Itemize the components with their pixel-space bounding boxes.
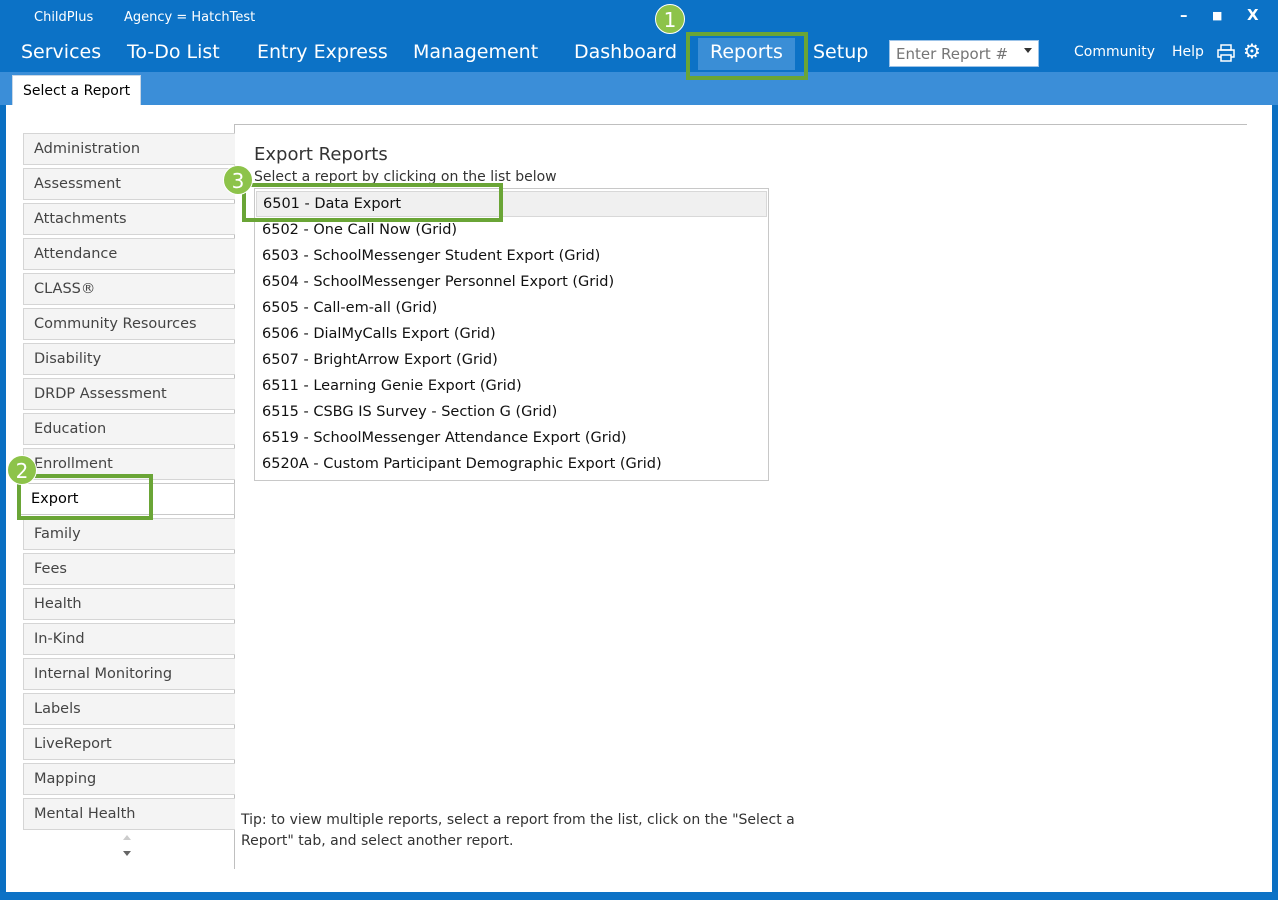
tip-text: Tip: to view multiple reports, select a … — [241, 812, 795, 849]
callout-badge-2: 2 — [7, 455, 37, 485]
help-link[interactable]: Help — [1172, 44, 1204, 60]
category-attendance[interactable]: Attendance — [23, 238, 235, 270]
category-livereport[interactable]: LiveReport — [23, 728, 235, 760]
category-fees[interactable]: Fees — [23, 553, 235, 585]
report-item-6515[interactable]: 6515 - CSBG IS Survey - Section G (Grid) — [262, 404, 557, 420]
menu-management[interactable]: Management — [413, 41, 538, 63]
category-attachments[interactable]: Attachments — [23, 203, 235, 235]
minimize-button[interactable]: – — [1180, 6, 1188, 24]
category-administration[interactable]: Administration — [23, 133, 235, 165]
community-link[interactable]: Community — [1074, 44, 1155, 60]
category-mental-health[interactable]: Mental Health — [23, 798, 235, 830]
category-assessment[interactable]: Assessment — [23, 168, 235, 200]
report-item-6520a[interactable]: 6520A - Custom Participant Demographic E… — [262, 456, 662, 472]
app-name: ChildPlus — [34, 10, 94, 25]
menu-services[interactable]: Services — [21, 41, 101, 63]
menu-dashboard[interactable]: Dashboard — [574, 41, 677, 63]
category-class[interactable]: CLASS® — [23, 273, 235, 305]
category-mapping[interactable]: Mapping — [23, 763, 235, 795]
gear-icon[interactable]: ⚙ — [1243, 41, 1261, 61]
tab-strip: Select a Report — [0, 72, 1278, 105]
menu-entry-express[interactable]: Entry Express — [257, 41, 388, 63]
report-number-dropdown[interactable] — [889, 40, 1039, 67]
report-list: 6501 - Data Export 6502 - One Call Now (… — [254, 188, 769, 481]
scroll-up-icon[interactable] — [123, 835, 131, 840]
report-item-6519[interactable]: 6519 - SchoolMessenger Attendance Export… — [262, 430, 627, 446]
report-item-6507[interactable]: 6507 - BrightArrow Export (Grid) — [262, 352, 498, 368]
report-item-6504[interactable]: 6504 - SchoolMessenger Personnel Export … — [262, 274, 614, 290]
category-community-resources[interactable]: Community Resources — [23, 308, 235, 340]
report-item-6503[interactable]: 6503 - SchoolMessenger Student Export (G… — [262, 248, 600, 264]
section-title: Export Reports — [254, 144, 388, 165]
category-internal-monitoring[interactable]: Internal Monitoring — [23, 658, 235, 690]
bottom-frame — [0, 892, 1278, 900]
callout-highlight-reports — [686, 32, 808, 80]
report-item-6506[interactable]: 6506 - DialMyCalls Export (Grid) — [262, 326, 496, 342]
report-item-6505[interactable]: 6505 - Call-em-all (Grid) — [262, 300, 437, 316]
category-labels[interactable]: Labels — [23, 693, 235, 725]
maximize-button[interactable]: ■ — [1212, 9, 1222, 22]
report-number-input[interactable] — [890, 41, 1014, 66]
callout-highlight-data-export — [242, 183, 503, 222]
report-item-6502[interactable]: 6502 - One Call Now (Grid) — [262, 222, 457, 238]
category-family[interactable]: Family — [23, 518, 235, 550]
category-drdp-assessment[interactable]: DRDP Assessment — [23, 378, 235, 410]
agency-label: Agency = HatchTest — [124, 10, 256, 25]
callout-highlight-export — [17, 474, 153, 520]
scroll-down-icon[interactable] — [123, 851, 131, 856]
divider — [234, 124, 1247, 125]
print-icon[interactable] — [1216, 43, 1236, 63]
category-education[interactable]: Education — [23, 413, 235, 445]
callout-badge-3: 3 — [223, 165, 253, 195]
tab-select-a-report[interactable]: Select a Report — [12, 75, 142, 105]
category-health[interactable]: Health — [23, 588, 235, 620]
callout-badge-1: 1 — [655, 4, 685, 34]
menu-setup[interactable]: Setup — [813, 41, 868, 63]
category-in-kind[interactable]: In-Kind — [23, 623, 235, 655]
menu-todo-list[interactable]: To-Do List — [127, 41, 220, 63]
chevron-down-icon[interactable] — [1024, 48, 1032, 53]
report-item-6511[interactable]: 6511 - Learning Genie Export (Grid) — [262, 378, 522, 394]
close-button[interactable]: X — [1247, 6, 1259, 24]
category-disability[interactable]: Disability — [23, 343, 235, 375]
title-bar: ChildPlus Agency = HatchTest – ■ X — [0, 0, 1278, 36]
